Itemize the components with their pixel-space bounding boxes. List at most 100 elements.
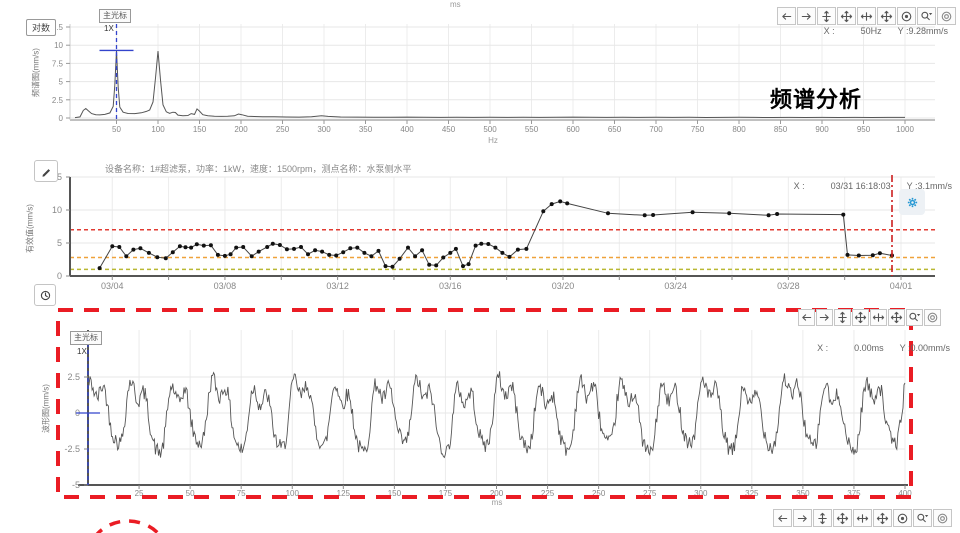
pan-right-button[interactable] [793,509,812,527]
svg-text:5: 5 [59,78,64,87]
zoom-out-horizontal-icon [880,10,893,23]
zoom-mode-icon [916,512,929,525]
svg-text:100: 100 [286,489,300,498]
svg-text:-2.5: -2.5 [64,444,80,454]
reset-view-icon [900,10,913,23]
svg-text:550: 550 [525,125,539,134]
zoom-mode-button[interactable] [917,7,936,25]
zoom-in-horizontal-button[interactable] [870,309,887,326]
svg-text:400: 400 [400,125,414,134]
spectrum-readout-y-value: Y :9.28mm/s [898,26,948,36]
zoom-in-vertical-icon [836,311,849,324]
trend-y-axis-label: 有效值(mm/s) [25,184,36,274]
zoom-out-vertical-button[interactable] [837,7,856,25]
zoom-mode-button[interactable] [913,509,932,527]
zoom-in-horizontal-icon [856,512,869,525]
zoom-out-horizontal-icon [890,311,903,324]
auto-scale-button[interactable] [924,309,941,326]
zoom-out-vertical-button[interactable] [833,509,852,527]
zoom-in-vertical-button[interactable] [813,509,832,527]
waveform-readout-x-label: X : [817,343,828,353]
trend-edit-button[interactable] [34,160,58,182]
waveform-main-cursor-badge[interactable]: 主光标 [70,331,102,345]
svg-text:5: 5 [57,238,62,248]
pan-left-icon [800,311,813,324]
trend-device-header: 设备名称：1#超滤泵，功率：1kW，速度：1500rpm，测点名称：水泵侧水平 [105,162,412,175]
zoom-in-vertical-button[interactable] [817,7,836,25]
svg-text:03/08: 03/08 [214,281,237,291]
svg-text:250: 250 [276,125,290,134]
svg-text:900: 900 [815,125,829,134]
waveform-plot[interactable]: 2550751001251501752002252502753003253503… [0,305,960,533]
zoom-out-horizontal-button[interactable] [873,509,892,527]
pan-left-button[interactable] [777,7,796,25]
zoom-out-vertical-icon [840,10,853,23]
trend-readout: X :03/31 16:18:03Y :3.1mm/s [794,181,952,191]
svg-text:03/28: 03/28 [777,281,800,291]
svg-text:04/01: 04/01 [890,281,913,291]
pan-right-button[interactable] [797,7,816,25]
auto-scale-button[interactable] [937,7,956,25]
zoom-out-horizontal-icon [876,512,889,525]
trend-time-range-button[interactable] [34,284,56,306]
waveform-readout-x-value: 0.00ms [854,343,884,353]
zoom-mode-button[interactable] [906,309,923,326]
trend-settings-button[interactable] [899,189,925,215]
zoom-mode-icon [908,311,921,324]
svg-text:450: 450 [442,125,456,134]
zoom-in-horizontal-button[interactable] [853,509,872,527]
svg-text:850: 850 [774,125,788,134]
zoom-in-horizontal-icon [872,311,885,324]
svg-text:50: 50 [186,489,195,498]
zoom-out-horizontal-button[interactable] [888,309,905,326]
pan-right-icon [818,311,831,324]
spectrum-main-cursor-badge[interactable]: 主光标 [99,9,131,23]
pencil-icon [40,165,53,178]
trend-readout-x-value: 03/31 16:18:03 [831,181,891,191]
spectrum-toolbar [777,7,956,25]
spectrum-readout-x-value: 50Hz [861,26,882,36]
waveform-y-axis-label: 波形图(mm/s) [41,364,52,454]
svg-text:300: 300 [317,125,331,134]
trend-plot[interactable]: 03/0403/0803/1203/1603/2003/2403/2804/01… [0,155,960,305]
svg-text:03/16: 03/16 [439,281,462,291]
zoom-out-vertical-button[interactable] [852,309,869,326]
svg-text:7.5: 7.5 [52,59,64,68]
svg-text:150: 150 [193,125,207,134]
zoom-in-horizontal-button[interactable] [857,7,876,25]
auto-scale-icon [940,10,953,23]
pan-left-button[interactable] [773,509,792,527]
waveform-toolbar [798,309,941,326]
svg-text:950: 950 [857,125,871,134]
lower-chart-toolbar [773,509,952,527]
reset-view-button[interactable] [893,509,912,527]
svg-text:100: 100 [151,125,165,134]
clock-icon [39,289,52,302]
svg-text:03/12: 03/12 [326,281,349,291]
svg-text:50: 50 [112,125,121,134]
zoom-out-horizontal-button[interactable] [877,7,896,25]
svg-text:03/20: 03/20 [552,281,575,291]
spectrum-analysis-title: 频谱分析 [770,82,862,114]
pan-left-button[interactable] [798,309,815,326]
svg-text:10: 10 [54,41,63,50]
pan-left-icon [780,10,793,23]
reset-view-button[interactable] [897,7,916,25]
auto-scale-button[interactable] [933,509,952,527]
trend-readout-x-label: X : [794,181,805,191]
waveform-readout-y-value: Y :0.00mm/s [900,343,950,353]
pan-right-button[interactable] [816,309,833,326]
app-root: ms 5010015020025030035040045050055060065… [0,0,960,533]
svg-text:650: 650 [608,125,622,134]
svg-text:75: 75 [237,489,246,498]
auto-scale-icon [926,311,939,324]
gear-icon [906,196,919,209]
svg-text:800: 800 [732,125,746,134]
svg-text:600: 600 [566,125,580,134]
spectrum-y-axis-label: 频谱图(mm/s) [31,28,42,118]
svg-text:10: 10 [52,205,62,215]
svg-text:1000: 1000 [896,125,914,134]
zoom-in-vertical-button[interactable] [834,309,851,326]
pan-right-icon [800,10,813,23]
spectrum-harmonic-label: 1X [104,24,114,33]
